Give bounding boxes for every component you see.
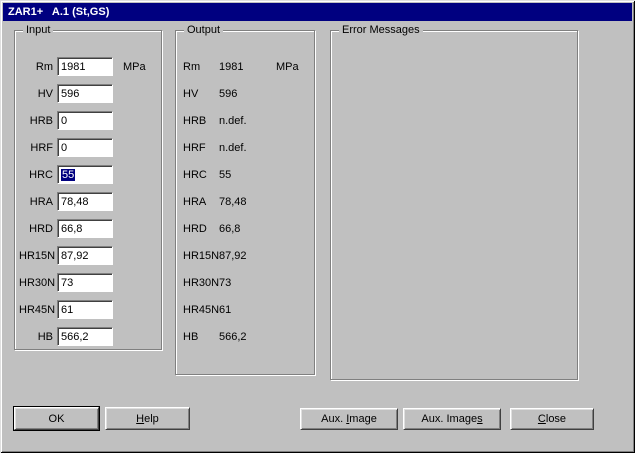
output-hb-value: 566,2 [219,331,276,343]
rm-input[interactable] [57,57,113,76]
output-rm-label: Rm [183,61,219,73]
output-hv-value: 596 [219,88,276,100]
input-row-hr30n: HR30N [19,273,157,292]
ok-button-label: OK [49,413,65,425]
output-hr30n-label: HR30N [183,277,219,289]
input-group: Input Rm MPa HV HRB HRF HRC 5 [14,30,162,350]
output-hrd-label: HRD [183,223,219,235]
hrb-input[interactable] [57,111,113,130]
output-row-hb: HB 566,2 [183,327,310,346]
hrc-label: HRC [19,169,53,181]
hr45n-label: HR45N [19,304,53,316]
output-hra-label: HRA [183,196,219,208]
hb-label: HB [19,331,53,343]
output-hv-label: HV [183,88,219,100]
input-row-hrb: HRB [19,111,157,130]
hr15n-label: HR15N [19,250,53,262]
output-row-hrb: HRB n.def. [183,111,310,130]
output-group-label: Output [184,24,223,37]
input-row-hb: HB [19,327,157,346]
dialog-window: ZAR1+ A.1 (St,GS) Input Rm MPa HV HRB HR… [0,0,635,453]
input-rows: Rm MPa HV HRB HRF HRC 55 [15,31,161,346]
input-row-hra: HRA [19,192,157,211]
aux-image-button[interactable]: Aux. Image [300,408,398,430]
error-messages-group: Error Messages [330,30,578,380]
output-hr30n-value: 73 [219,277,276,289]
output-row-hrf: HRF n.def. [183,138,310,157]
hb-input[interactable] [57,327,113,346]
input-row-hrd: HRD [19,219,157,238]
title-bar[interactable]: ZAR1+ A.1 (St,GS) [3,3,632,21]
output-row-hrc: HRC 55 [183,165,310,184]
output-hr45n-value: 61 [219,304,276,316]
hv-input[interactable] [57,84,113,103]
input-row-rm: Rm MPa [19,57,157,76]
error-messages-group-label: Error Messages [339,24,423,37]
output-hrc-value: 55 [219,169,276,181]
hr30n-input[interactable] [57,273,113,292]
input-row-hrc: HRC 55 [19,165,157,184]
output-rm-value: 1981 [219,61,276,73]
hrb-label: HRB [19,115,53,127]
output-row-hr45n: HR45N 61 [183,300,310,319]
output-hr15n-value: 87,92 [219,250,276,262]
output-row-hr15n: HR15N 87,92 [183,246,310,265]
output-hrf-label: HRF [183,142,219,154]
hrd-label: HRD [19,223,53,235]
output-hrc-label: HRC [183,169,219,181]
input-row-hv: HV [19,84,157,103]
hrd-input[interactable] [57,219,113,238]
output-mpa-unit-label: MPa [276,61,299,73]
output-hrb-value: n.def. [219,115,276,127]
hv-label: HV [19,88,53,100]
close-button[interactable]: Close [510,408,594,430]
hr45n-input[interactable] [57,300,113,319]
hrf-label: HRF [19,142,53,154]
input-group-label: Input [23,24,53,37]
aux-images-button[interactable]: Aux. Images [403,408,501,430]
input-row-hr15n: HR15N [19,246,157,265]
hra-input[interactable] [57,192,113,211]
output-hrf-value: n.def. [219,142,276,154]
output-rows: Rm 1981 MPa HV 596 HRB n.def. HRF n.def.… [176,31,314,346]
output-row-hra: HRA 78,48 [183,192,310,211]
ok-button[interactable]: OK [14,407,99,430]
output-row-rm: Rm 1981 MPa [183,57,310,76]
hr30n-label: HR30N [19,277,53,289]
output-group: Output Rm 1981 MPa HV 596 HRB n.def. HRF… [175,30,315,375]
output-hrb-label: HRB [183,115,219,127]
output-hra-value: 78,48 [219,196,276,208]
hr15n-input[interactable] [57,246,113,265]
mpa-unit-label: MPa [123,61,146,73]
output-row-hr30n: HR30N 73 [183,273,310,292]
output-hr15n-label: HR15N [183,250,219,262]
help-button[interactable]: Help [105,407,190,430]
hrc-input[interactable]: 55 [57,165,113,184]
output-hr45n-label: HR45N [183,304,219,316]
output-hrd-value: 66,8 [219,223,276,235]
window-title: ZAR1+ A.1 (St,GS) [8,6,109,18]
output-hb-label: HB [183,331,219,343]
selected-text: 55 [61,169,75,181]
input-row-hr45n: HR45N [19,300,157,319]
rm-label: Rm [19,61,53,73]
hrf-input[interactable] [57,138,113,157]
output-row-hrd: HRD 66,8 [183,219,310,238]
hra-label: HRA [19,196,53,208]
input-row-hrf: HRF [19,138,157,157]
output-row-hv: HV 596 [183,84,310,103]
